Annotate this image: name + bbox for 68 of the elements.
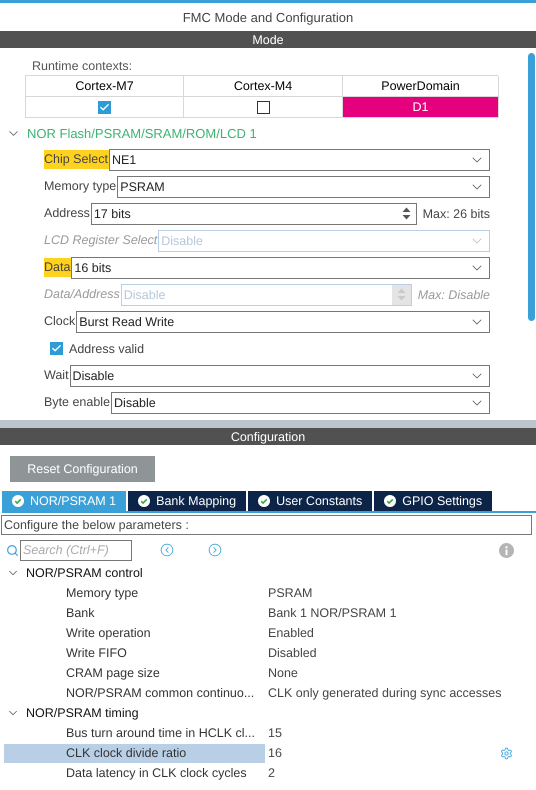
- check-circle-icon: [384, 495, 396, 507]
- tab[interactable]: GPIO Settings: [374, 491, 492, 511]
- configuration-header: Configuration: [0, 428, 536, 445]
- spin-field[interactable]: 17 bits: [90, 202, 417, 224]
- window-title: FMC Mode and Configuration: [182, 8, 354, 27]
- info-icon[interactable]: [499, 542, 514, 558]
- dropdown-field[interactable]: Burst Read Write: [76, 310, 490, 332]
- tab[interactable]: Bank Mapping: [128, 491, 246, 511]
- tab[interactable]: User Constants: [248, 491, 372, 511]
- section-title: NOR Flash/PSRAM/SRAM/ROM/LCD 1: [27, 126, 257, 140]
- table-header-cell: Cortex-M7: [26, 76, 184, 97]
- parameter-name[interactable]: Write FIFO: [4, 644, 265, 662]
- check-circle-icon: [258, 495, 270, 507]
- table-header-cell: PowerDomain: [343, 76, 499, 97]
- checkbox[interactable]: [256, 100, 270, 114]
- next-icon[interactable]: [208, 543, 222, 557]
- field-label: Memory type: [44, 178, 118, 195]
- spin-arrows-icon: [402, 206, 411, 221]
- field-label: Address: [44, 205, 91, 222]
- field-label: Data: [44, 258, 72, 277]
- checkbox-label: Address valid: [69, 342, 144, 356]
- table-header-cell: Cortex-M4: [184, 76, 343, 97]
- parameter-value: 15: [268, 726, 282, 740]
- power-domain-cell: D1: [343, 97, 499, 118]
- group-title: NOR/PSRAM timing: [26, 706, 139, 720]
- dropdown-field[interactable]: Disable: [70, 364, 490, 386]
- checkbox[interactable]: [98, 100, 111, 114]
- field-label: Wait: [44, 367, 70, 384]
- settings-icon[interactable]: [500, 746, 513, 760]
- dropdown-field[interactable]: NE1: [108, 148, 490, 170]
- field-label: Byte enable: [44, 394, 112, 411]
- field-label: Clock: [44, 313, 76, 330]
- previous-icon[interactable]: [160, 543, 174, 557]
- field-label: LCD Register Select: [44, 232, 158, 249]
- dropdown-field[interactable]: 16 bits: [71, 256, 490, 278]
- check-circle-icon: [138, 495, 150, 507]
- parameter-name[interactable]: Bus turn around time in HCLK cl...: [4, 724, 265, 742]
- parameter-value: PSRAM: [268, 586, 312, 600]
- field-label: Chip Select: [44, 150, 109, 169]
- parameter-value: 2: [268, 766, 275, 780]
- parameter-value: Bank 1 NOR/PSRAM 1: [268, 606, 397, 620]
- parameter-value: Disabled: [268, 646, 317, 660]
- mode-header: Mode: [0, 31, 536, 48]
- search-field[interactable]: Search (Ctrl+F): [20, 540, 132, 560]
- dropdown-field[interactable]: Disable: [111, 392, 490, 414]
- parameter-value: CLK only generated during sync accesses: [268, 686, 502, 700]
- parameter-name[interactable]: Data latency in CLK clock cycles: [4, 764, 265, 782]
- search-icon: [6, 544, 19, 556]
- parameter-name[interactable]: NOR/PSRAM common continuo...: [4, 684, 265, 702]
- max-label: Max: Disable: [418, 288, 490, 302]
- max-label: Max: 26 bits: [422, 206, 490, 220]
- parameter-value: None: [268, 666, 298, 680]
- parameter-name[interactable]: Memory type: [4, 584, 265, 602]
- spin-arrows-icon: [396, 287, 406, 302]
- group-title: NOR/PSRAM control: [26, 566, 143, 580]
- parameter-name[interactable]: CRAM page size: [4, 664, 265, 682]
- parameter-name[interactable]: CLK clock divide ratio: [4, 744, 265, 762]
- dropdown-field[interactable]: PSRAM: [117, 176, 490, 198]
- check-circle-icon: [12, 495, 24, 507]
- description-field: Configure the below parameters :: [1, 515, 532, 535]
- parameter-value: 16: [268, 746, 282, 760]
- checkbox[interactable]: [50, 342, 63, 355]
- parameter-name[interactable]: Bank: [4, 604, 265, 622]
- scrollbar[interactable]: [528, 53, 535, 321]
- parameter-name[interactable]: Write operation: [4, 624, 265, 642]
- runtime-contexts-label: Runtime contexts:: [32, 59, 134, 73]
- field-label: Data/Address: [44, 286, 121, 303]
- parameter-value: Enabled: [268, 626, 314, 640]
